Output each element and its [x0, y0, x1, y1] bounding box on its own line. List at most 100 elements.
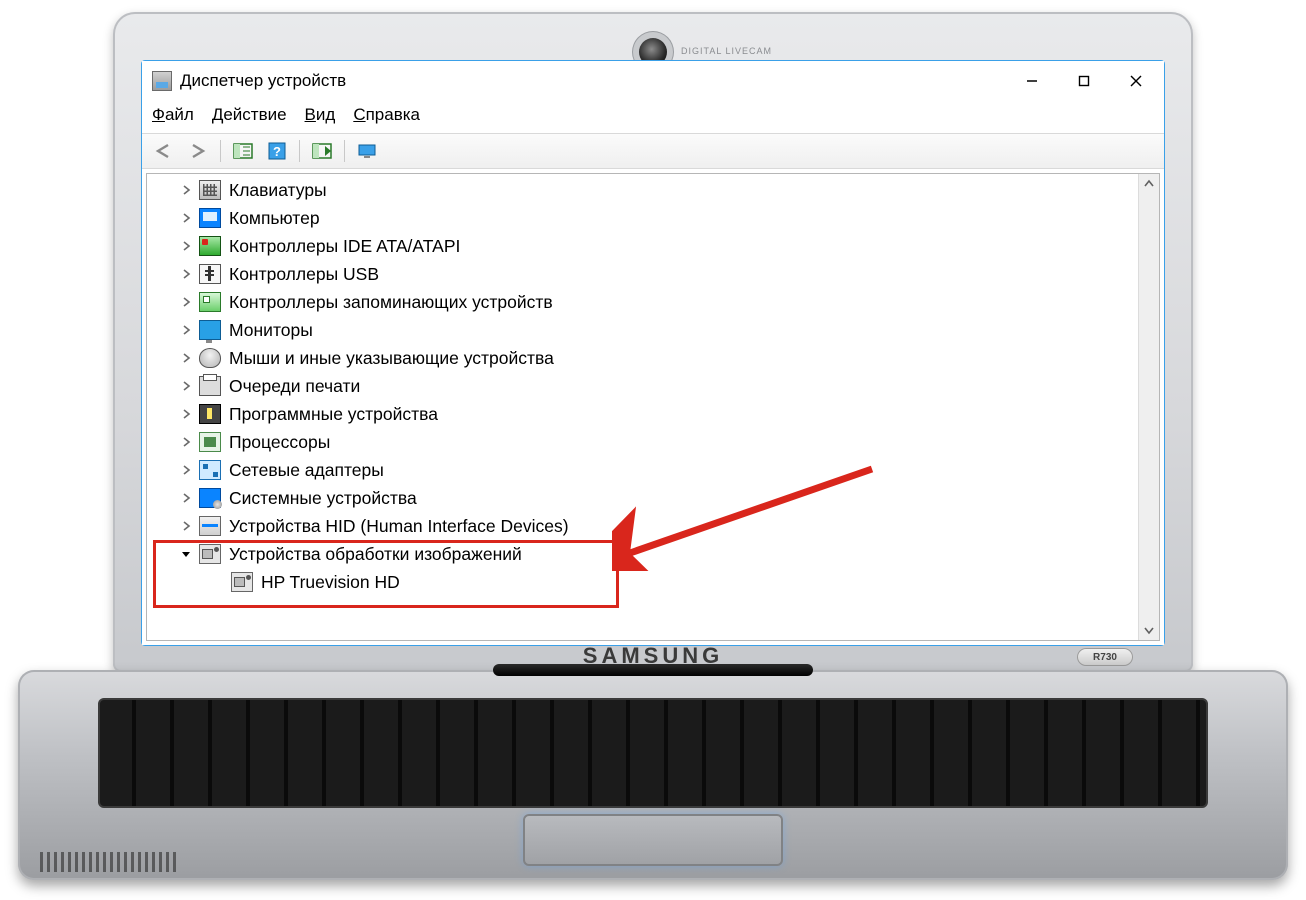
computer-icon [199, 208, 221, 228]
tree-item-label: Компьютер [229, 204, 320, 232]
toolbar: ? [142, 133, 1164, 169]
chevron-right-icon[interactable] [177, 405, 195, 423]
tree-item-label: Клавиатуры [229, 176, 327, 204]
tree-item[interactable]: Контроллеры USB [147, 260, 1139, 288]
ide-icon [199, 236, 221, 256]
laptop-vents [40, 852, 180, 872]
tree-item-label: Контроллеры запоминающих устройств [229, 288, 553, 316]
arrow-right-icon [187, 142, 209, 160]
vertical-scrollbar[interactable] [1138, 174, 1159, 640]
laptop-model-badge: R730 [1077, 648, 1133, 666]
device-tree[interactable]: КлавиатурыКомпьютерКонтроллеры IDE ATA/A… [147, 174, 1139, 640]
nav-forward-button[interactable] [182, 137, 214, 165]
menu-file[interactable]: Файл [152, 105, 194, 125]
tree-item[interactable]: HP Truevision HD [147, 568, 1139, 596]
tree-item-label: HP Truevision HD [261, 568, 400, 596]
panel-icon [232, 142, 254, 160]
menu-action[interactable]: Действие [212, 105, 287, 125]
tree-item[interactable]: Мониторы [147, 316, 1139, 344]
monitor-icon [199, 320, 221, 340]
cpu-icon [199, 432, 221, 452]
mouse-icon [199, 348, 221, 368]
tree-item-label: Устройства HID (Human Interface Devices) [229, 512, 569, 540]
close-button[interactable] [1110, 61, 1162, 101]
tree-item[interactable]: Процессоры [147, 428, 1139, 456]
laptop-hinge [493, 664, 813, 676]
tree-item-label: Очереди печати [229, 372, 360, 400]
view-devices-button[interactable] [351, 137, 383, 165]
client-area: КлавиатурыКомпьютерКонтроллеры IDE ATA/A… [146, 173, 1160, 641]
hid-icon [199, 516, 221, 536]
app-icon [152, 71, 172, 91]
scroll-down-button[interactable] [1139, 620, 1159, 640]
laptop-base [18, 670, 1288, 880]
close-icon [1130, 75, 1142, 87]
tree-item-label: Программные устройства [229, 400, 438, 428]
chevron-right-icon[interactable] [177, 349, 195, 367]
chevron-right-icon[interactable] [177, 377, 195, 395]
toolbar-separator [299, 140, 300, 162]
chevron-right-icon[interactable] [177, 293, 195, 311]
help-button[interactable]: ? [261, 137, 293, 165]
tree-item-label: Системные устройства [229, 484, 417, 512]
tree-item[interactable]: Устройства обработки изображений [147, 540, 1139, 568]
tree-item[interactable]: Контроллеры запоминающих устройств [147, 288, 1139, 316]
tree-item[interactable]: Устройства HID (Human Interface Devices) [147, 512, 1139, 540]
chevron-up-icon [1144, 179, 1154, 189]
maximize-icon [1078, 75, 1090, 87]
refresh-icon [311, 142, 333, 160]
minimize-button[interactable] [1006, 61, 1058, 101]
tree-item[interactable]: Контроллеры IDE ATA/ATAPI [147, 232, 1139, 260]
chevron-right-icon[interactable] [177, 321, 195, 339]
tree-item-label: Мониторы [229, 316, 313, 344]
webcam-label: DIGITAL LIVECAM [681, 46, 772, 56]
chevron-down-icon[interactable] [177, 545, 195, 563]
menu-help[interactable]: Справка [353, 105, 420, 125]
chevron-placeholder [209, 573, 227, 591]
tree-item[interactable]: Клавиатуры [147, 176, 1139, 204]
arrow-left-icon [153, 142, 175, 160]
chevron-right-icon[interactable] [177, 433, 195, 451]
tree-item[interactable]: Сетевые адаптеры [147, 456, 1139, 484]
window-titlebar[interactable]: Диспетчер устройств [142, 61, 1164, 101]
device-manager-window: Диспетчер устройств Файл Действие В [141, 60, 1165, 646]
menu-view[interactable]: Вид [305, 105, 336, 125]
toolbar-separator [220, 140, 221, 162]
laptop-lid: DIGITAL LIVECAM Диспетчер устройств [113, 12, 1193, 672]
tree-item-label: Процессоры [229, 428, 330, 456]
tree-item[interactable]: Компьютер [147, 204, 1139, 232]
chevron-right-icon[interactable] [177, 265, 195, 283]
tree-item[interactable]: Программные устройства [147, 400, 1139, 428]
chevron-right-icon[interactable] [177, 209, 195, 227]
laptop-frame: DIGITAL LIVECAM Диспетчер устройств [18, 0, 1288, 888]
maximize-button[interactable] [1058, 61, 1110, 101]
net-icon [199, 460, 221, 480]
window-title: Диспетчер устройств [180, 71, 346, 91]
nav-back-button[interactable] [148, 137, 180, 165]
camera-icon [199, 544, 221, 564]
tree-item-label: Мыши и иные указывающие устройства [229, 344, 554, 372]
chevron-right-icon[interactable] [177, 517, 195, 535]
chevron-right-icon[interactable] [177, 461, 195, 479]
show-hidden-button[interactable] [227, 137, 259, 165]
usb-icon [199, 264, 221, 284]
printer-icon [199, 376, 221, 396]
minimize-icon [1026, 75, 1038, 87]
scan-hardware-button[interactable] [306, 137, 338, 165]
tree-item-label: Контроллеры IDE ATA/ATAPI [229, 232, 460, 260]
device-icon [356, 142, 378, 160]
camera-icon [231, 572, 253, 592]
system-icon [199, 488, 221, 508]
scroll-up-button[interactable] [1139, 174, 1159, 194]
storage-icon [199, 292, 221, 312]
tree-item[interactable]: Мыши и иные указывающие устройства [147, 344, 1139, 372]
tree-item[interactable]: Системные устройства [147, 484, 1139, 512]
tree-item[interactable]: Очереди печати [147, 372, 1139, 400]
chevron-right-icon[interactable] [177, 489, 195, 507]
chevron-right-icon[interactable] [177, 181, 195, 199]
chevron-right-icon[interactable] [177, 237, 195, 255]
tree-item-label: Контроллеры USB [229, 260, 379, 288]
laptop-screen: Диспетчер устройств Файл Действие В [141, 60, 1165, 646]
keyboard-icon [199, 180, 221, 200]
menubar: Файл Действие Вид Справка [142, 101, 1164, 133]
